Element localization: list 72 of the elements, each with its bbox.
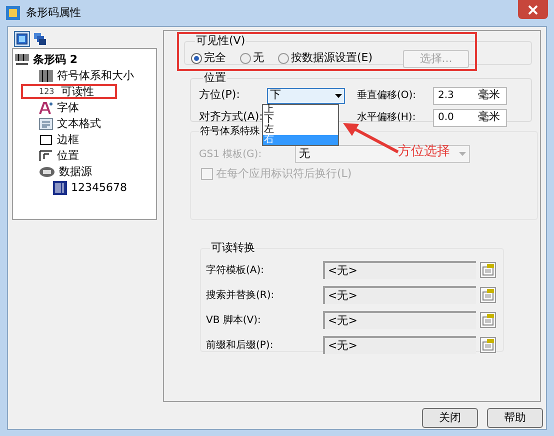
- edit-button[interactable]: [480, 287, 496, 303]
- edit-button[interactable]: [480, 312, 496, 328]
- edit-form-icon: [482, 264, 494, 276]
- dropdown-arrow-icon: [335, 94, 342, 98]
- field-label: 字符模板(A):: [206, 264, 266, 278]
- layers-icon: [34, 32, 46, 44]
- radio-label: 无: [253, 50, 264, 66]
- readable-icon: 123: [39, 86, 57, 98]
- tree-item[interactable]: 位置: [56, 148, 80, 164]
- ruler-icon: [39, 150, 53, 162]
- annotation-text: 方位选择: [398, 143, 450, 161]
- group-label: 可见性(V): [195, 33, 246, 49]
- barcode-icon: [39, 70, 53, 82]
- radio-button[interactable]: [240, 53, 251, 64]
- edit-form-icon: [482, 339, 494, 351]
- radio-label: 按数据源设置(E): [291, 50, 373, 66]
- field-label: 方位(P):: [199, 87, 241, 104]
- radio-label: 完全: [204, 50, 226, 66]
- group-label: 可读转换: [210, 240, 256, 256]
- offset-field[interactable]: 0.0 毫米: [433, 108, 507, 126]
- dropdown-option[interactable]: 上: [263, 105, 338, 115]
- edit-button[interactable]: [480, 337, 496, 353]
- edit-form-icon: [482, 314, 494, 326]
- text-field[interactable]: <无>: [323, 286, 476, 304]
- field-label: GS1 模板(G):: [199, 148, 263, 162]
- edit-form-icon: [482, 289, 494, 301]
- text-field[interactable]: <无>: [323, 336, 476, 354]
- edit-button[interactable]: [480, 262, 496, 278]
- tree-item[interactable]: 符号体系和大小: [56, 68, 135, 84]
- orientation-dropdown[interactable]: 下: [267, 88, 345, 104]
- offset-field[interactable]: 2.3 毫米: [433, 86, 507, 104]
- barcode-data-icon: [53, 181, 67, 195]
- radio-button[interactable]: [278, 53, 289, 64]
- barcode-icon: [15, 54, 29, 66]
- letter-icon: [39, 102, 53, 114]
- tree-item[interactable]: 数据源: [58, 164, 93, 180]
- app-icon: [6, 6, 20, 20]
- dropdown-arrow-icon: [459, 152, 466, 156]
- dialog-button[interactable]: 关闭: [422, 408, 478, 428]
- field-label: 水平偏移(H):: [356, 110, 417, 125]
- arrow-icon: [343, 122, 399, 154]
- database-icon: [39, 166, 55, 178]
- text-lines-icon: [39, 118, 53, 130]
- close-icon: [528, 4, 538, 14]
- field-label: VB 脚本(V):: [206, 314, 262, 328]
- window-title: 条形码属性: [26, 4, 81, 21]
- rectangle-icon: [39, 134, 53, 146]
- group-label: 位置: [203, 70, 227, 86]
- frame-tool-button[interactable]: [14, 30, 30, 46]
- frame-icon: [16, 32, 28, 44]
- radio-button[interactable]: [191, 53, 202, 64]
- tree-item[interactable]: 12345678: [70, 180, 128, 196]
- tree-item[interactable]: 边框: [56, 132, 80, 148]
- text-field[interactable]: <无>: [323, 261, 476, 279]
- field-label: 前缀和后缀(P):: [206, 338, 274, 352]
- field-label: 搜索并替换(R):: [206, 288, 276, 302]
- dropdown-option[interactable]: 下: [263, 115, 338, 125]
- field-label: 对齐方式(A):: [199, 109, 263, 126]
- dropdown-option[interactable]: 左: [263, 125, 338, 135]
- checkbox-label: 在每个应用标识符后换行(L): [216, 166, 352, 182]
- text-field[interactable]: <无>: [323, 311, 476, 329]
- unit-label: 毫米: [478, 109, 500, 126]
- tree-item[interactable]: 文本格式: [56, 116, 102, 132]
- field-label: 垂直偏移(O):: [356, 88, 418, 103]
- close-button[interactable]: [518, 0, 548, 19]
- dialog-button[interactable]: 帮助: [487, 408, 543, 428]
- tree-item[interactable]: 字体: [56, 100, 80, 116]
- group-label: 符号体系特殊: [199, 124, 261, 139]
- unit-label: 毫米: [478, 87, 500, 104]
- layers-tool-button[interactable]: [32, 30, 48, 46]
- tree-item[interactable]: 可读性: [60, 84, 95, 100]
- tree-item[interactable]: 条形码 2: [32, 52, 78, 68]
